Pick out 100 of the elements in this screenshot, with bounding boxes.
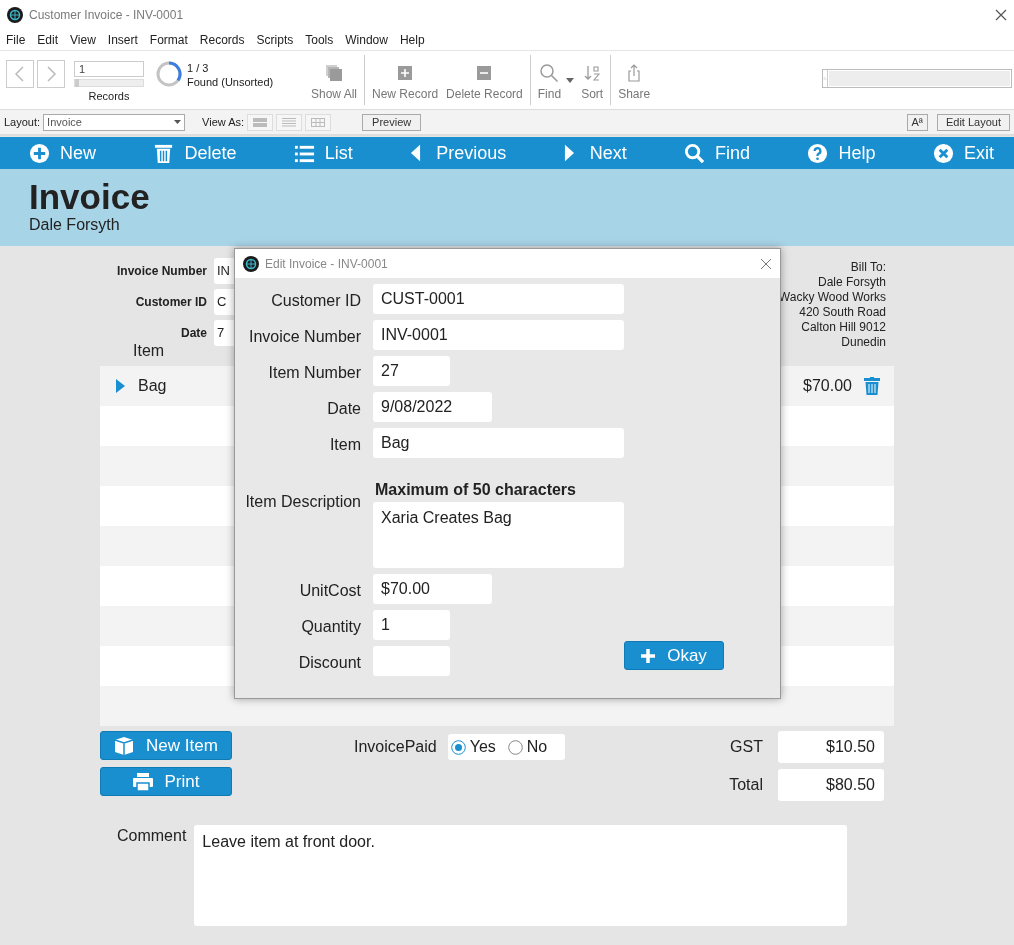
menu-item[interactable]: Edit	[31, 30, 65, 50]
nav-button[interactable]: Next	[563, 142, 627, 164]
right-triangle-icon	[563, 143, 575, 163]
toolbar-button[interactable]: Find	[533, 63, 566, 101]
found-status: Found (Unsorted)	[187, 76, 275, 88]
address-line: Dunedin	[841, 335, 886, 350]
radio-icon[interactable]	[507, 739, 523, 755]
address-line: Calton Hill 9012	[801, 320, 886, 335]
field-label: Comment	[117, 826, 187, 846]
address-line: Dale Forsyth	[817, 275, 886, 290]
progress-ring-icon	[156, 61, 182, 87]
nav-button[interactable]: Delete	[153, 142, 237, 164]
table-view-icon	[311, 117, 326, 127]
field-label: Invoice Number	[115, 264, 207, 278]
left-triangle-icon	[410, 143, 422, 163]
search-field[interactable]	[822, 69, 1012, 88]
record-number-field[interactable]: 1	[74, 61, 144, 77]
field-label: Invoice Number	[247, 327, 361, 346]
field-label: Discount	[297, 653, 361, 672]
input-field[interactable]: INV-0001	[373, 320, 624, 350]
input-field[interactable]: CUST-0001	[373, 284, 624, 314]
radio-icon[interactable]	[450, 739, 466, 755]
table-view-button[interactable]	[305, 113, 332, 131]
toolbar-button[interactable]: Delete Record	[442, 63, 527, 101]
field-label: GST	[730, 738, 763, 756]
close-icon[interactable]	[995, 9, 1007, 21]
menu-item[interactable]: Format	[143, 30, 194, 50]
field-label: Item Number	[267, 363, 361, 382]
menu-item[interactable]: Records	[193, 30, 251, 50]
record-slider[interactable]	[74, 79, 144, 87]
printer-icon	[132, 772, 153, 791]
toolbar-button[interactable]: New Record	[368, 63, 443, 101]
toolbar-button[interactable]: Sort	[577, 63, 608, 101]
nav-button[interactable]: Previous	[410, 142, 507, 164]
list-view-button[interactable]	[276, 113, 303, 131]
table-cell: $70.00	[803, 377, 852, 395]
field-label: Total	[729, 776, 763, 794]
input-field[interactable]: 27	[373, 356, 450, 386]
toolbar-button[interactable]: Show All	[307, 63, 362, 101]
text-format-button[interactable]: Aª	[906, 113, 928, 131]
page-subtitle: Dale Forsyth	[29, 216, 121, 234]
form-view-button[interactable]	[247, 113, 274, 131]
radio-option[interactable]: Yes	[450, 738, 496, 756]
field-label: InvoicePaid	[354, 738, 437, 756]
menu-item[interactable]: Window	[339, 30, 394, 50]
layout-dropdown[interactable]: Invoice	[43, 113, 186, 131]
nav-button[interactable]: List	[293, 142, 353, 164]
box-icon	[114, 736, 135, 755]
column-header: Item	[132, 342, 166, 361]
form-view-icon	[253, 117, 268, 127]
nav-button[interactable]: New	[29, 142, 96, 164]
nav-button[interactable]: Help	[807, 142, 876, 164]
input-field[interactable]: Bag	[373, 428, 624, 458]
menu-item[interactable]: View	[64, 30, 102, 50]
records-label: Records	[88, 90, 130, 102]
print-button[interactable]: Print	[100, 767, 232, 796]
nav-button[interactable]: Find	[684, 142, 751, 164]
menu-item[interactable]: Insert	[101, 30, 144, 50]
okay-button[interactable]: Okay	[624, 641, 724, 670]
close-icon[interactable]	[760, 257, 772, 270]
close-icon	[932, 142, 954, 164]
help-icon	[807, 142, 829, 164]
field-label: Quantity	[300, 617, 361, 636]
input-field[interactable]: 1	[373, 610, 450, 640]
preview-button[interactable]: Preview	[362, 113, 422, 131]
menu-item[interactable]: Help	[393, 30, 431, 50]
input-field[interactable]: 9/08/2022	[373, 392, 492, 422]
edit-layout-button[interactable]: Edit Layout	[936, 113, 1010, 131]
input-field[interactable]: $10.50	[778, 731, 884, 763]
menu-item[interactable]: Scripts	[250, 30, 300, 50]
found-count: 1 / 3	[187, 62, 210, 74]
table-cell-text: Bag	[138, 377, 168, 395]
page-title: Invoice	[29, 178, 151, 216]
dropdown-caret-icon[interactable]	[566, 78, 574, 84]
sort-icon	[582, 63, 603, 83]
right-triangle-icon[interactable]	[116, 379, 125, 393]
menu-item[interactable]: File	[0, 30, 32, 50]
input-field[interactable]: $80.50	[778, 769, 884, 801]
comment-field[interactable]: Leave item at front door.	[194, 825, 848, 926]
field-label: Customer ID	[270, 291, 361, 310]
trash-icon[interactable]	[864, 377, 880, 395]
new-item-button[interactable]: New Item	[100, 731, 232, 760]
forward-button[interactable]	[37, 60, 65, 88]
field-label: UnitCost	[298, 581, 361, 600]
dropdown-caret-icon	[174, 119, 182, 125]
stacked-pages-icon	[324, 63, 344, 83]
slider-thumb[interactable]	[75, 79, 79, 87]
hint-text: Maximum of 50 characters	[374, 481, 577, 499]
text-area[interactable]: Xaria Creates Bag	[373, 502, 624, 568]
radio-option[interactable]: No	[507, 738, 548, 756]
plus-circle-icon	[29, 142, 50, 164]
view-as-label: View As:	[202, 116, 245, 128]
input-field[interactable]: $70.00	[373, 574, 492, 604]
nav-button[interactable]: Exit	[932, 142, 994, 164]
back-button[interactable]	[6, 60, 34, 88]
toolbar-button[interactable]: Share	[614, 63, 655, 101]
address-line: Bill To:	[850, 260, 886, 275]
field-label: Customer ID	[134, 295, 207, 309]
menu-item[interactable]: Tools	[299, 30, 340, 50]
trash-icon	[153, 142, 175, 164]
